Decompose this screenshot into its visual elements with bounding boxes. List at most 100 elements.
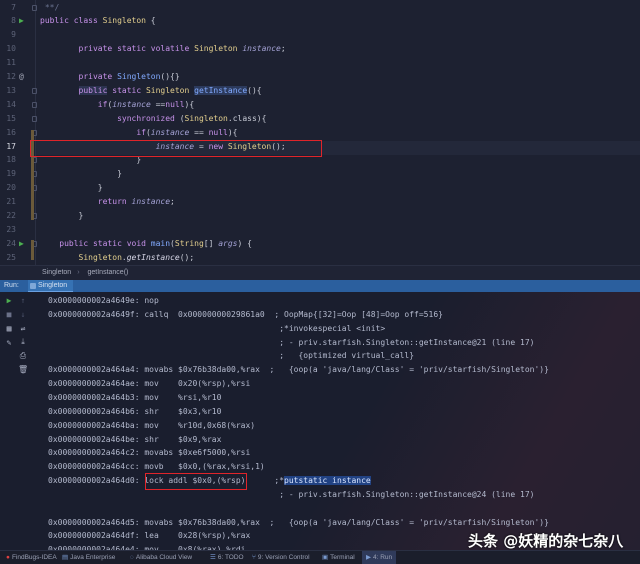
code-token: static bbox=[107, 85, 146, 95]
console-line: 0x0000000002a4649f: callq 0x000000000298… bbox=[48, 308, 443, 322]
code-line: synchronized (Singleton.class){ bbox=[40, 112, 266, 126]
code-token: (){} bbox=[160, 72, 180, 81]
code-token: public class bbox=[40, 16, 103, 26]
console-text: 0x0000000002a464c2: movabs $0xe6f5000,%r… bbox=[48, 448, 251, 458]
code-token: ){ bbox=[227, 127, 238, 137]
run-gutter-icon[interactable]: ▶ bbox=[19, 14, 27, 28]
bug-icon: ● bbox=[6, 554, 10, 561]
code-line: } bbox=[40, 209, 84, 223]
code-token: ){ bbox=[184, 99, 195, 109]
code-line: public static Singleton getInstance(){ bbox=[40, 84, 262, 98]
tool-window-findbugs-idea[interactable]: ● FindBugs-IDEA bbox=[6, 551, 57, 564]
trash-icon[interactable]: 🗑 bbox=[18, 365, 28, 375]
breadcrumb-class[interactable]: Singleton bbox=[42, 269, 71, 276]
up-arrow-icon[interactable]: ↑ bbox=[18, 296, 28, 306]
rerun-icon[interactable]: ▶ bbox=[4, 296, 14, 306]
run-toolbar: ▶ ↑ ■ ↓ ▦ ⇌ ⤓ ✎ ⎙ 🗑 bbox=[0, 292, 34, 550]
terminal-icon: ▣ bbox=[322, 554, 329, 561]
code-token: public bbox=[78, 85, 108, 95]
console-text: 0x0000000002a4649f: callq 0x000000000298… bbox=[48, 309, 443, 319]
fold-marker-icon[interactable] bbox=[32, 87, 37, 94]
console-line: 0x0000000002a464b6: shr $0x3,%r10 bbox=[48, 405, 221, 419]
soft-wrap-icon[interactable]: ⇌ bbox=[18, 324, 28, 334]
tool-window--todo[interactable]: ☰ 6: TODO bbox=[210, 551, 244, 564]
code-token: == bbox=[189, 127, 209, 137]
code-token: } bbox=[40, 211, 84, 220]
line-number: 22 bbox=[6, 211, 16, 220]
layout-icon[interactable]: ▦ bbox=[4, 324, 14, 334]
console-text: 0x0000000002a464cc: movb $0x0,(%rax,%rsi… bbox=[48, 462, 265, 472]
code-line: if(instance == null){ bbox=[40, 126, 238, 140]
tool-window--version-control[interactable]: ⑂ 9: Version Control bbox=[252, 551, 310, 564]
console-text: 0x0000000002a464a4: movabs $0x76b38da00,… bbox=[48, 365, 549, 375]
line-number: 11 bbox=[6, 58, 16, 68]
console-text: 0x0000000002a464d0: bbox=[48, 476, 145, 486]
code-token: Singleton bbox=[145, 85, 190, 95]
code-line: public static void main(String[] args) { bbox=[40, 237, 252, 251]
console-line: 0x0000000002a4649e: nop bbox=[48, 294, 159, 308]
code-token: instance bbox=[242, 44, 281, 54]
console-text: ;* bbox=[245, 476, 285, 486]
override-gutter-icon[interactable]: @ bbox=[19, 70, 27, 84]
run-gutter-icon[interactable]: ▶ bbox=[19, 237, 27, 251]
line-number: 24 bbox=[6, 238, 16, 248]
print-icon[interactable]: ⎙ bbox=[18, 351, 28, 361]
code-token: null bbox=[165, 99, 185, 109]
tool-window-label: 4: Run bbox=[373, 554, 393, 561]
code-editor[interactable]: 7 8 ▶ 9 10 11 12 @13 14 15 16 17 18 19 20 21 22 23 24 ▶ 25 *… bbox=[0, 0, 640, 265]
code-token: **/ bbox=[40, 2, 60, 12]
line-number: 13 bbox=[6, 85, 16, 95]
java-enterprise-icon: ▤ bbox=[62, 554, 69, 561]
console-line: ; - priv.starfish.Singleton::getInstance… bbox=[48, 336, 534, 350]
code-token: if bbox=[40, 99, 108, 109]
highlight-box-line-17 bbox=[30, 140, 322, 157]
code-token: return bbox=[40, 197, 132, 207]
run-panel-header: Run: Singleton bbox=[0, 280, 640, 292]
console-line: ; - priv.starfish.Singleton::getInstance… bbox=[48, 488, 534, 502]
fold-marker-icon[interactable] bbox=[32, 4, 37, 11]
console-text: 0x0000000002a464ae: mov 0x20(%rsp),%rsi bbox=[48, 379, 251, 389]
fold-marker-icon[interactable] bbox=[32, 115, 37, 122]
pin-icon[interactable]: ✎ bbox=[4, 338, 14, 348]
fold-marker-icon[interactable] bbox=[32, 101, 37, 108]
line-number: 25 bbox=[6, 252, 16, 262]
code-token: Singleton bbox=[184, 113, 228, 123]
code-token: .class){ bbox=[227, 113, 267, 123]
change-marker bbox=[31, 240, 34, 260]
scroll-to-end-icon[interactable]: ⤓ bbox=[18, 337, 28, 347]
vcs-icon: ⑂ bbox=[252, 554, 256, 561]
run-console[interactable]: ▶ ↑ ■ ↓ ▦ ⇌ ⤓ ✎ ⎙ 🗑 0x0000000002a4649e: … bbox=[0, 292, 640, 554]
tool-window-alibaba-cloud-view[interactable]: ◌ Alibaba Cloud View bbox=[130, 551, 192, 564]
line-number: 23 bbox=[6, 224, 16, 234]
run-tab-singleton[interactable]: Singleton bbox=[28, 280, 74, 292]
tool-window-label: Alibaba Cloud View bbox=[135, 554, 193, 561]
line-number: 12 bbox=[6, 72, 16, 81]
code-token: == bbox=[150, 99, 166, 109]
console-line: 0x0000000002a464c2: movabs $0xe6f5000,%r… bbox=[48, 446, 250, 460]
console-text: ; {optimized virtual_call} bbox=[48, 351, 415, 361]
down-arrow-icon[interactable]: ↓ bbox=[18, 310, 28, 320]
code-token: ; bbox=[170, 197, 175, 207]
code-line: } bbox=[40, 181, 103, 195]
code-token: Singleton bbox=[194, 44, 238, 54]
breadcrumb-method[interactable]: getInstance() bbox=[88, 269, 129, 276]
tool-window-label: FindBugs-IDEA bbox=[11, 554, 57, 561]
console-text: 0x0000000002a464ba: mov %r10d,0x68(%rax) bbox=[48, 420, 256, 430]
code-line: Singleton.getInstance(); bbox=[40, 251, 195, 265]
line-number: 10 bbox=[6, 44, 16, 54]
console-text: 0x0000000002a464df: lea 0x28(%rsp),%rax bbox=[48, 531, 251, 541]
code-token: instance bbox=[131, 197, 171, 207]
console-line: ;*invokespecial <init> bbox=[48, 322, 385, 336]
code-line: if(instance ==null){ bbox=[40, 98, 194, 112]
stop-icon[interactable]: ■ bbox=[4, 310, 14, 320]
code-token: private bbox=[40, 72, 118, 81]
tool-window-bar: ● FindBugs-IDEA ▤ Java Enterprise ◌ Alibaba C… bbox=[0, 550, 640, 564]
tool-window--run[interactable]: ▶ 4: Run bbox=[362, 551, 397, 564]
selected-text: putstatic instance bbox=[284, 476, 371, 486]
tool-window-java-enterprise[interactable]: ▤ Java Enterprise bbox=[62, 551, 115, 564]
tool-window-terminal[interactable]: ▣ Terminal bbox=[322, 551, 355, 564]
line-number: 21 bbox=[6, 197, 16, 207]
code-token: ) { bbox=[237, 238, 252, 248]
